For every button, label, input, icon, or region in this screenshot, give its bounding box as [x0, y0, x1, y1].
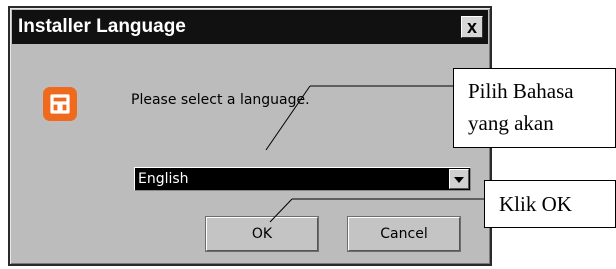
window-title: Installer Language [18, 16, 186, 37]
language-select[interactable]: English [134, 167, 471, 191]
xampp-logo-icon [43, 87, 77, 121]
select-language-callout: Pilih Bahasa yang akan [453, 68, 616, 148]
language-selected-value: English [138, 171, 189, 187]
callout-line-1: Pilih Bahasa [468, 79, 574, 103]
language-prompt: Please select a language. [131, 92, 310, 108]
close-button[interactable]: x [461, 16, 483, 38]
triangle-down-icon [454, 177, 464, 183]
installer-language-dialog: Installer Language x Please select a lan… [8, 6, 492, 266]
ok-button[interactable]: OK [205, 216, 319, 252]
ok-callout: Klik OK [484, 180, 616, 228]
cancel-button[interactable]: Cancel [347, 216, 461, 252]
title-bar: Installer Language x [12, 10, 488, 44]
dropdown-button[interactable] [449, 169, 469, 189]
callout-line-2: yang akan [468, 111, 554, 135]
